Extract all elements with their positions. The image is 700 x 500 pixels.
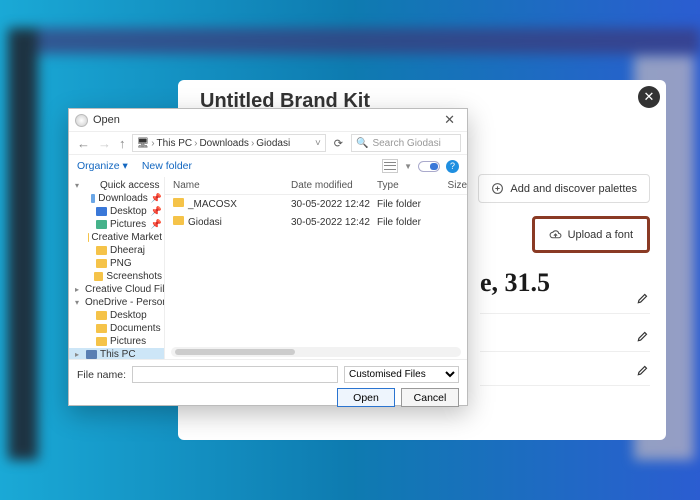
font-row-1[interactable] bbox=[480, 282, 650, 314]
file-open-dialog: Open ✕ ← → ↑ 🖥› This PC› Downloads› Giod… bbox=[68, 108, 468, 406]
col-type[interactable]: Type bbox=[377, 180, 437, 191]
desk-icon bbox=[96, 207, 107, 216]
tree-item-label: Quick access bbox=[100, 180, 159, 191]
tree-item-label: Creative Cloud Fil… bbox=[85, 284, 165, 295]
pin-icon: 📌 bbox=[151, 206, 162, 217]
nav-back-button[interactable]: ← bbox=[75, 136, 92, 151]
folder-icon bbox=[173, 216, 184, 225]
pin-icon: 📌 bbox=[151, 193, 162, 204]
font-row-3[interactable] bbox=[480, 354, 650, 386]
nav-forward-button[interactable]: → bbox=[96, 136, 113, 151]
tree-item[interactable]: PNG bbox=[69, 257, 164, 270]
tree-item-label: Screenshots bbox=[106, 271, 162, 282]
tree-item-label: PNG bbox=[110, 258, 132, 269]
add-palettes-button[interactable]: Add and discover palettes bbox=[478, 174, 650, 203]
pencil-icon bbox=[636, 291, 650, 305]
folder-icon bbox=[96, 259, 107, 268]
breadcrumb[interactable]: 🖥› This PC› Downloads› Giodasi ˅ bbox=[132, 134, 326, 152]
tree-item[interactable]: Desktop bbox=[69, 309, 164, 322]
search-input[interactable]: 🔍 Search Giodasi bbox=[351, 134, 461, 152]
close-dialog-button[interactable]: ✕ bbox=[438, 112, 461, 128]
dialog-title: Open bbox=[93, 114, 120, 126]
pin-icon: 📌 bbox=[151, 219, 162, 230]
tree-item[interactable]: Downloads 📌 bbox=[69, 192, 164, 205]
folder-icon bbox=[96, 246, 107, 255]
pc-icon bbox=[86, 350, 97, 359]
horizontal-scrollbar[interactable] bbox=[171, 347, 461, 357]
tree-item[interactable]: ▸Creative Cloud Fil… bbox=[69, 283, 164, 296]
dialog-path-bar: ← → ↑ 🖥› This PC› Downloads› Giodasi ˅ ⟳… bbox=[69, 131, 467, 155]
help-button[interactable]: ? bbox=[446, 160, 459, 173]
nav-tree: ▾Quick accessDownloads 📌 Desktop 📌 Pictures 📌… bbox=[69, 177, 165, 359]
tree-item-label: Dheeraj bbox=[110, 245, 145, 256]
dialog-toolbar: Organize ▾ New folder ▼ ? bbox=[69, 155, 467, 177]
folder-icon bbox=[96, 311, 107, 320]
chevron-down-icon[interactable]: ˅ bbox=[315, 138, 321, 149]
pc-icon: 🖥 bbox=[137, 138, 150, 149]
dialog-footer: File name: Customised Files Open Cancel bbox=[69, 359, 467, 405]
tree-item-label: Documents bbox=[110, 323, 161, 334]
filename-input[interactable] bbox=[132, 366, 338, 383]
filename-label: File name: bbox=[77, 369, 126, 381]
tree-item[interactable]: Desktop 📌 bbox=[69, 205, 164, 218]
tree-item-label: Pictures bbox=[110, 219, 146, 230]
list-header[interactable]: Name Date modified Type Size bbox=[165, 177, 467, 195]
tree-item-label: OneDrive - Person bbox=[85, 297, 165, 308]
organize-menu[interactable]: Organize ▾ bbox=[77, 160, 128, 172]
file-type-filter[interactable]: Customised Files bbox=[344, 366, 459, 383]
folder-icon bbox=[96, 324, 107, 333]
nav-up-button[interactable]: ↑ bbox=[117, 136, 128, 151]
tree-item[interactable]: Dheeraj bbox=[69, 244, 164, 257]
close-modal-button[interactable]: ✕ bbox=[638, 86, 660, 108]
pencil-icon bbox=[636, 329, 650, 343]
font-row-2[interactable] bbox=[480, 320, 650, 352]
breadcrumb-seg[interactable]: Downloads bbox=[199, 138, 248, 149]
cancel-button[interactable]: Cancel bbox=[401, 388, 459, 407]
tree-item[interactable]: ▸This PC bbox=[69, 348, 164, 359]
breadcrumb-seg[interactable]: Giodasi bbox=[256, 138, 290, 149]
search-icon: 🔍 bbox=[356, 138, 368, 149]
tree-item-label: Pictures bbox=[110, 336, 146, 347]
tree-item-label: Downloads bbox=[98, 193, 147, 204]
dialog-titlebar: Open ✕ bbox=[69, 109, 467, 131]
refresh-button[interactable]: ⟳ bbox=[330, 137, 347, 150]
tree-item-label: Creative Market bbox=[91, 232, 162, 243]
tree-item[interactable]: Screenshots bbox=[69, 270, 164, 283]
tree-item-label: Desktop bbox=[110, 310, 147, 321]
pic-icon bbox=[96, 220, 107, 229]
folder-icon bbox=[173, 198, 184, 207]
tree-item[interactable]: Pictures 📌 bbox=[69, 218, 164, 231]
tree-item[interactable]: Creative Market bbox=[69, 231, 164, 244]
tree-item[interactable]: ▾OneDrive - Person bbox=[69, 296, 164, 309]
plus-circle-icon bbox=[491, 182, 504, 195]
chrome-icon bbox=[75, 114, 88, 127]
pencil-icon bbox=[636, 363, 650, 377]
view-options-button[interactable] bbox=[382, 159, 398, 173]
add-palettes-label: Add and discover palettes bbox=[510, 183, 637, 195]
tree-item[interactable]: ▾Quick access bbox=[69, 179, 164, 192]
upload-font-button[interactable]: Upload a font bbox=[532, 216, 650, 253]
open-button[interactable]: Open bbox=[337, 388, 395, 407]
upload-font-label: Upload a font bbox=[568, 229, 633, 241]
col-name[interactable]: Name bbox=[173, 180, 291, 191]
folder-icon bbox=[96, 337, 107, 346]
col-size[interactable]: Size bbox=[437, 180, 467, 191]
search-placeholder: Search Giodasi bbox=[372, 138, 440, 149]
star-icon bbox=[86, 181, 97, 190]
tree-item[interactable]: Documents bbox=[69, 322, 164, 335]
file-list: Name Date modified Type Size _MACOSX30-0… bbox=[165, 177, 467, 359]
tree-item[interactable]: Pictures bbox=[69, 335, 164, 348]
breadcrumb-seg[interactable]: This PC bbox=[157, 138, 193, 149]
dl-icon bbox=[91, 194, 95, 203]
tree-item-label: Desktop bbox=[110, 206, 147, 217]
list-row[interactable]: Giodasi30-05-2022 12:42File folder bbox=[165, 213, 467, 231]
folder-icon bbox=[94, 272, 103, 281]
tree-item-label: This PC bbox=[100, 349, 136, 359]
new-folder-button[interactable]: New folder bbox=[142, 160, 192, 172]
col-date[interactable]: Date modified bbox=[291, 180, 377, 191]
preview-toggle[interactable] bbox=[418, 161, 440, 172]
list-row[interactable]: _MACOSX30-05-2022 12:42File folder bbox=[165, 195, 467, 213]
cloud-upload-icon bbox=[549, 228, 562, 241]
chevron-down-icon[interactable]: ▼ bbox=[404, 162, 412, 171]
